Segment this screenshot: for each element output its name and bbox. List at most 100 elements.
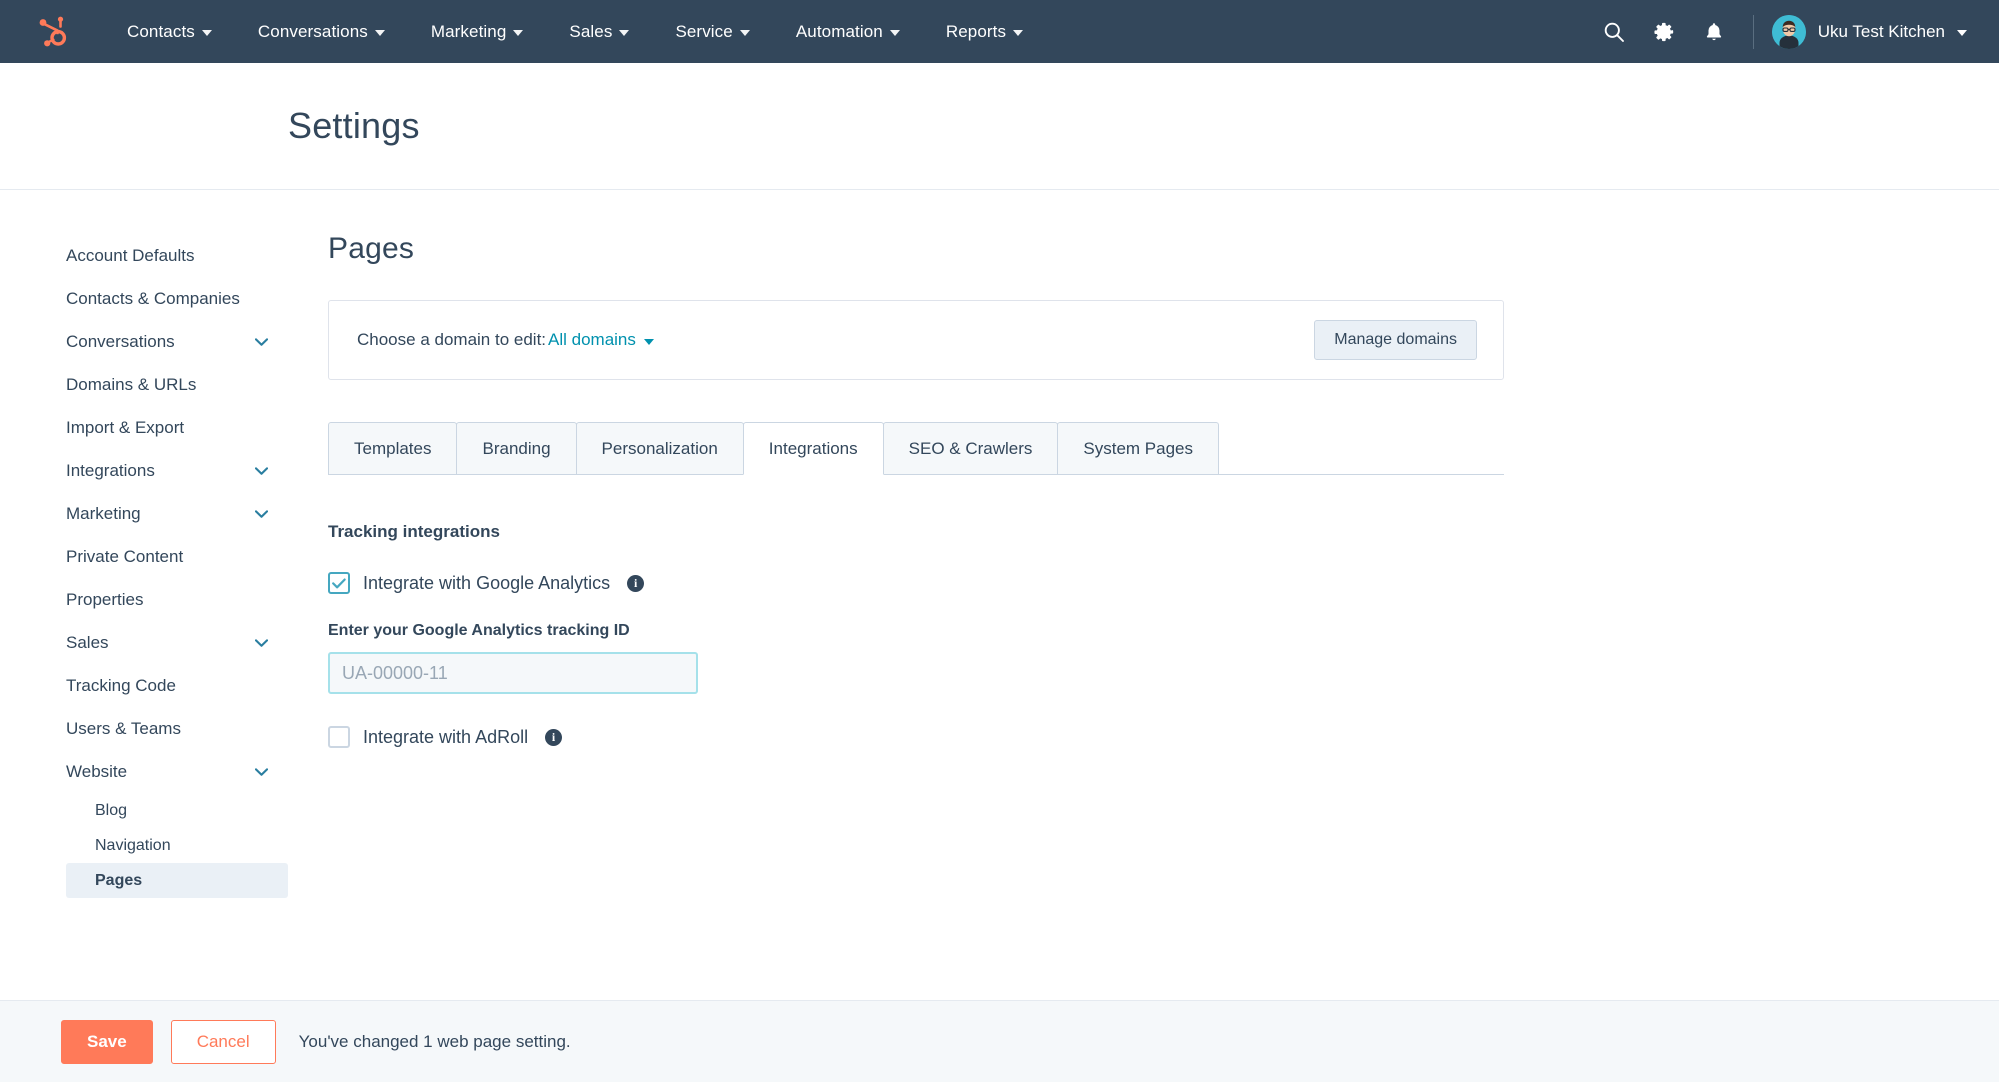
sidebar-item-navigation[interactable]: Navigation [66, 828, 288, 863]
tab-personalization[interactable]: Personalization [575, 422, 744, 474]
chevron-down-icon [1013, 30, 1024, 36]
tab-label: Personalization [601, 438, 718, 458]
sidebar-item-tracking-code[interactable]: Tracking Code [66, 664, 288, 707]
account-menu[interactable]: Uku Test Kitchen [1771, 14, 1971, 49]
sidebar-item-users-teams[interactable]: Users & Teams [66, 707, 288, 750]
sidebar-item-label: Blog [95, 801, 128, 819]
nav-item-automation[interactable]: Automation [773, 0, 923, 63]
sidebar-item-contacts-companies[interactable]: Contacts & Companies [66, 277, 288, 320]
sidebar-item-properties[interactable]: Properties [66, 578, 288, 621]
checkmark-icon [332, 578, 346, 588]
tab-label: SEO & Crawlers [908, 438, 1033, 458]
body-wrapper: Account Defaults Contacts & Companies Co… [0, 190, 1999, 1063]
page-root: Contacts Conversations Marketing Sales S… [0, 0, 1999, 1082]
nav-divider [1752, 14, 1754, 49]
adroll-row: Integrate with AdRoll i [328, 726, 1999, 748]
nav-item-label: Sales [569, 21, 613, 41]
page-title: Pages [328, 232, 415, 265]
nav-item-reports[interactable]: Reports [923, 0, 1046, 63]
tab-system-pages[interactable]: System Pages [1057, 422, 1219, 474]
nav-item-label: Reports [945, 21, 1007, 41]
sidebar-item-label: Integrations [66, 460, 155, 480]
sidebar-item-import-export[interactable]: Import & Export [66, 406, 288, 449]
settings-header: Settings [0, 63, 1999, 190]
info-icon[interactable]: i [545, 728, 563, 746]
tab-templates[interactable]: Templates [328, 422, 458, 474]
sidebar-item-sales[interactable]: Sales [66, 621, 288, 664]
account-name-label: Uku Test Kitchen [1817, 21, 1945, 41]
chevron-down-icon [374, 30, 385, 36]
sidebar-item-marketing[interactable]: Marketing [66, 492, 288, 535]
tab-seo-crawlers[interactable]: SEO & Crawlers [882, 422, 1059, 474]
sidebar-item-website[interactable]: Website [66, 750, 288, 793]
chevron-down-icon [201, 30, 212, 36]
tab-label: System Pages [1083, 438, 1193, 458]
search-button[interactable] [1589, 0, 1639, 63]
tab-integrations[interactable]: Integrations [742, 422, 884, 475]
settings-button[interactable] [1639, 0, 1689, 63]
top-nav-menu: Contacts Conversations Marketing Sales S… [104, 0, 1046, 63]
hubspot-logo-link[interactable] [0, 0, 104, 63]
tab-branding[interactable]: Branding [456, 422, 577, 474]
top-nav-actions: Uku Test Kitchen [1589, 0, 1971, 63]
gear-icon [1654, 22, 1673, 41]
sidebar-item-pages[interactable]: Pages [66, 863, 288, 898]
hubspot-sprocket-logo [39, 16, 67, 46]
nav-item-contacts[interactable]: Contacts [104, 0, 235, 63]
notifications-button[interactable] [1689, 0, 1739, 63]
search-icon [1604, 22, 1624, 42]
sidebar-item-account-defaults[interactable]: Account Defaults [66, 234, 288, 277]
domain-dropdown[interactable]: All domains [548, 330, 654, 350]
sidebar-item-label: Navigation [95, 836, 171, 854]
sidebar-item-label: Sales [66, 632, 109, 652]
domain-selector-label: Choose a domain to edit: [357, 330, 547, 349]
google-analytics-checkbox[interactable] [328, 572, 350, 594]
nav-item-marketing[interactable]: Marketing [408, 0, 547, 63]
nav-item-label: Conversations [257, 21, 368, 41]
sidebar-item-private-content[interactable]: Private Content [66, 535, 288, 578]
sidebar-item-label: Private Content [66, 546, 184, 566]
sidebar-item-label: Users & Teams [66, 718, 181, 738]
chevron-down-icon [255, 638, 268, 647]
save-bar: Save Cancel You've changed 1 web page se… [0, 1000, 1999, 1082]
tab-label: Templates [354, 438, 432, 458]
manage-domains-button[interactable]: Manage domains [1314, 320, 1477, 360]
ga-tracking-id-label: Enter your Google Analytics tracking ID [328, 622, 630, 639]
top-navigation-bar: Contacts Conversations Marketing Sales S… [0, 0, 1999, 63]
save-button[interactable]: Save [61, 1019, 153, 1064]
google-analytics-checkbox-label[interactable]: Integrate with Google Analytics [363, 573, 610, 594]
nav-item-service[interactable]: Service [652, 0, 772, 63]
nav-item-label: Automation [795, 21, 883, 41]
sidebar-item-integrations[interactable]: Integrations [66, 449, 288, 492]
ga-tracking-id-input[interactable] [328, 652, 698, 694]
info-icon[interactable]: i [627, 574, 645, 592]
chevron-down-icon [255, 466, 268, 475]
sidebar-item-blog[interactable]: Blog [66, 793, 288, 828]
user-avatar-image [1771, 14, 1806, 49]
section-title-tracking-integrations: Tracking integrations [328, 522, 500, 541]
sidebar-item-conversations[interactable]: Conversations [66, 320, 288, 363]
chevron-down-icon [889, 30, 900, 36]
google-analytics-row: Integrate with Google Analytics i [328, 572, 1999, 594]
sidebar-item-domains-urls[interactable]: Domains & URLs [66, 363, 288, 406]
settings-tabs: Templates Branding Personalization Integ… [328, 422, 1504, 475]
domain-selector-card: Choose a domain to edit: All domains Man… [328, 300, 1504, 380]
tab-label: Integrations [768, 438, 858, 458]
bell-icon [1706, 22, 1721, 40]
chevron-down-icon [255, 509, 268, 518]
nav-item-sales[interactable]: Sales [546, 0, 652, 63]
cancel-button[interactable]: Cancel [170, 1019, 276, 1064]
sidebar-item-label: Contacts & Companies [66, 288, 240, 308]
domain-dropdown-value: All domains [548, 330, 636, 349]
chevron-down-icon [619, 30, 630, 36]
settings-sidebar: Account Defaults Contacts & Companies Co… [0, 190, 288, 1063]
sidebar-item-label: Properties [66, 589, 144, 609]
sidebar-item-label: Conversations [66, 331, 175, 351]
sidebar-item-label: Tracking Code [66, 675, 176, 695]
adroll-checkbox[interactable] [328, 726, 350, 748]
nav-item-conversations[interactable]: Conversations [235, 0, 408, 63]
chevron-down-icon [255, 767, 268, 776]
chevron-down-icon [255, 337, 268, 346]
sidebar-item-label: Account Defaults [66, 245, 195, 265]
adroll-checkbox-label[interactable]: Integrate with AdRoll [363, 727, 528, 748]
